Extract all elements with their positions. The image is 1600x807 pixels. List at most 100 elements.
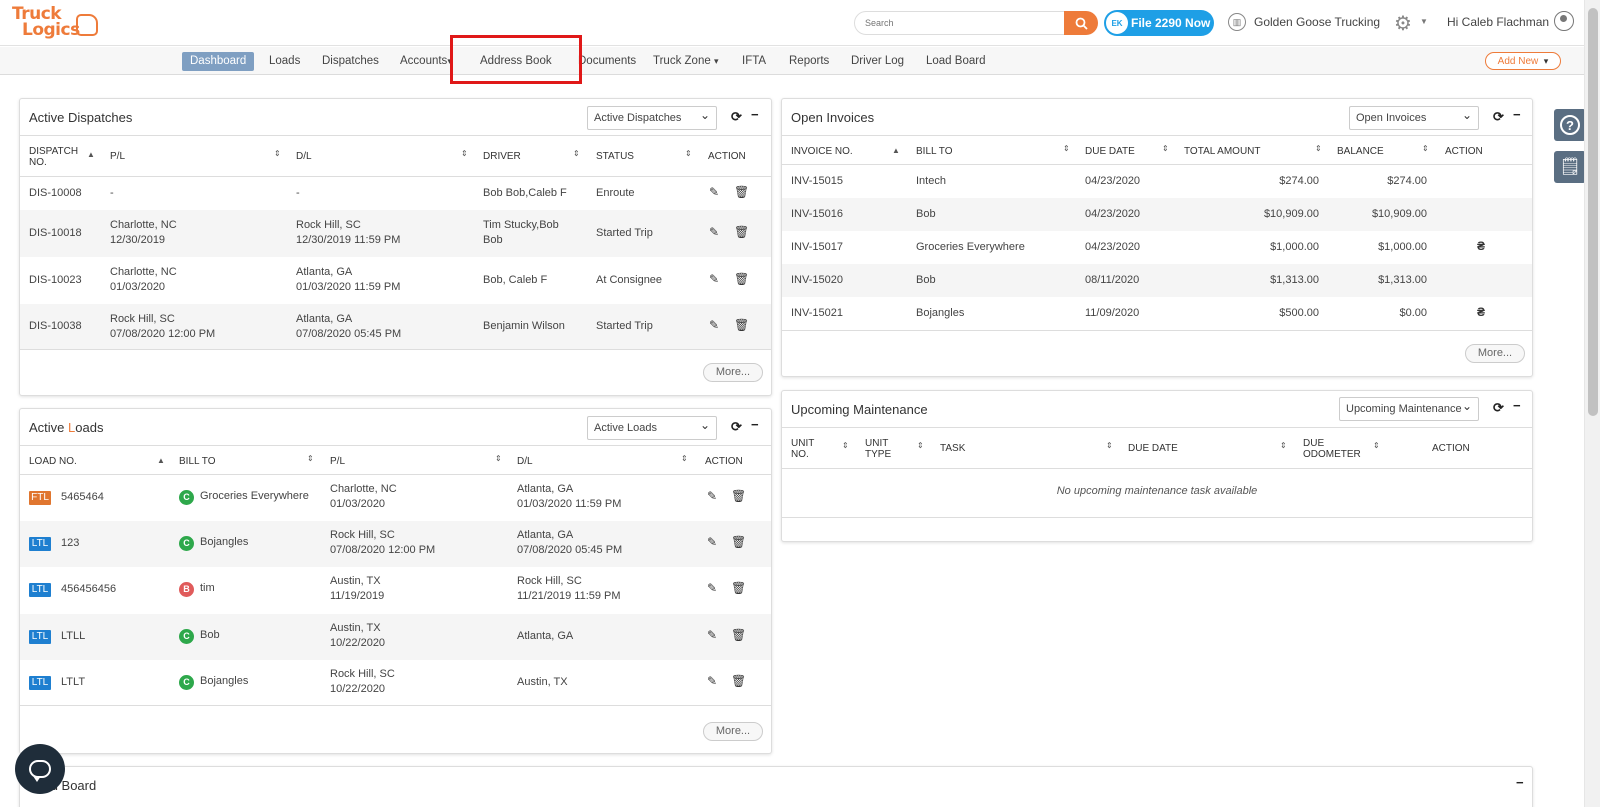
sort-up-icon[interactable]: ▲ xyxy=(87,150,95,159)
scrollbar-thumb[interactable] xyxy=(1588,8,1598,416)
nav-loads[interactable]: Loads xyxy=(269,52,300,71)
col-dispatch-no[interactable]: DISPATCH NO. xyxy=(29,146,78,168)
table-row[interactable]: LTL 456456456 B tim Austin, TX 11/19/2019… xyxy=(20,567,771,614)
trash-icon[interactable]: 🗑 xyxy=(734,272,749,286)
invoices-filter-select[interactable]: Open Invoices xyxy=(1349,104,1479,130)
refresh-icon[interactable]: ⟳ xyxy=(731,419,742,435)
user-greeting[interactable]: Hi Caleb Flachman xyxy=(1447,15,1549,29)
col-invoice-no[interactable]: INVOICE NO. xyxy=(791,146,853,157)
table-row[interactable]: INV-15020 Bob 08/11/2020 $1,313.00 $1,31… xyxy=(782,264,1532,297)
invoice-no[interactable]: INV-15020 xyxy=(791,273,843,288)
sort-icon[interactable]: ⇕ xyxy=(1422,144,1429,153)
col-bill-to[interactable]: BILL TO xyxy=(179,456,216,467)
collapse-icon[interactable]: − xyxy=(1513,107,1521,122)
chat-widget-button[interactable] xyxy=(15,744,65,794)
collapse-icon[interactable]: − xyxy=(1516,775,1524,790)
gear-icon[interactable]: ⚙ xyxy=(1394,11,1412,36)
nav-documents[interactable]: Documents xyxy=(578,52,636,71)
help-button[interactable]: ? xyxy=(1554,109,1586,141)
sort-icon[interactable]: ⇕ xyxy=(1373,441,1380,450)
more-button[interactable]: More... xyxy=(703,722,763,741)
col-dl[interactable]: D/L xyxy=(296,151,312,162)
payment-icon[interactable]: ₴ xyxy=(1477,239,1485,253)
dispatch-filter-select[interactable]: Active Dispatches xyxy=(587,104,717,130)
col-load-no[interactable]: LOAD NO. xyxy=(29,456,77,467)
dispatch-no[interactable]: DIS-10018 xyxy=(29,226,82,241)
sort-up-icon[interactable]: ▲ xyxy=(892,146,900,155)
col-bill-to[interactable]: BILL TO xyxy=(916,146,953,157)
add-new-button[interactable]: Add New ▾ xyxy=(1485,52,1561,70)
table-row[interactable]: DIS-10008 - - Bob Bob,Caleb F Enroute ✎ … xyxy=(20,177,771,210)
trash-icon[interactable]: 🗑 xyxy=(731,628,746,642)
dispatch-no[interactable]: DIS-10038 xyxy=(29,319,82,334)
col-due-date[interactable]: DUE DATE xyxy=(1085,146,1135,157)
nav-ifta[interactable]: IFTA xyxy=(742,52,766,71)
table-row[interactable]: FTL 5465464 C Groceries Everywhere Charl… xyxy=(20,475,771,521)
table-row[interactable]: DIS-10038 Rock Hill, SC 07/08/2020 12:00 … xyxy=(20,304,771,350)
edit-icon[interactable]: ✎ xyxy=(707,535,717,549)
edit-icon[interactable]: ✎ xyxy=(707,674,717,688)
table-row[interactable]: DIS-10023 Charlotte, NC 01/03/2020 Atlant… xyxy=(20,257,771,304)
edit-icon[interactable]: ✎ xyxy=(709,185,719,199)
maintenance-filter-select[interactable]: Upcoming Maintenance xyxy=(1339,395,1479,421)
more-button[interactable]: More... xyxy=(1465,344,1525,363)
invoice-no[interactable]: INV-15016 xyxy=(791,207,843,222)
user-avatar-icon[interactable] xyxy=(1554,11,1574,31)
file-2290-button[interactable]: EK File 2290 Now xyxy=(1104,10,1214,36)
payment-icon[interactable]: ₴ xyxy=(1477,305,1485,319)
nav-reports[interactable]: Reports xyxy=(789,52,829,71)
nav-dispatches[interactable]: Dispatches xyxy=(322,52,379,71)
sort-icon[interactable]: ⇕ xyxy=(274,149,281,158)
col-status[interactable]: STATUS xyxy=(596,151,634,162)
trash-icon[interactable]: 🗑 xyxy=(731,489,746,503)
page-scrollbar[interactable] xyxy=(1584,0,1600,807)
sort-icon[interactable]: ⇕ xyxy=(1280,441,1287,450)
refresh-icon[interactable]: ⟳ xyxy=(1493,109,1504,125)
sort-icon[interactable]: ⇕ xyxy=(495,454,502,463)
load-no[interactable]: 5465464 xyxy=(61,490,104,505)
edit-icon[interactable]: ✎ xyxy=(709,272,719,286)
invoice-no[interactable]: INV-15015 xyxy=(791,174,843,189)
sort-icon[interactable]: ⇕ xyxy=(1162,144,1169,153)
table-row[interactable]: INV-15021 Bojangles 11/09/2020 $500.00 $… xyxy=(782,297,1532,331)
col-unit-type[interactable]: UNIT TYPE xyxy=(865,438,891,460)
table-row[interactable]: LTL LTLT C Bojangles Rock Hill, SC 10/22/… xyxy=(20,660,771,706)
collapse-icon[interactable]: − xyxy=(751,107,759,122)
refresh-icon[interactable]: ⟳ xyxy=(731,109,742,125)
table-row[interactable]: INV-15015 Intech 04/23/2020 $274.00 $274… xyxy=(782,165,1532,198)
search-input[interactable] xyxy=(854,11,1066,35)
sort-icon[interactable]: ⇕ xyxy=(307,454,314,463)
load-no[interactable]: 123 xyxy=(61,536,79,551)
truck-logics-logo[interactable]: Truck Logics xyxy=(12,6,98,42)
collapse-icon[interactable]: − xyxy=(751,417,759,432)
invoice-no[interactable]: INV-15017 xyxy=(791,240,843,255)
col-due-odometer[interactable]: DUE ODOMETER xyxy=(1303,438,1361,460)
edit-icon[interactable]: ✎ xyxy=(707,489,717,503)
loads-filter-select[interactable]: Active Loads xyxy=(587,414,717,440)
invoice-no[interactable]: INV-15021 xyxy=(791,306,843,321)
trash-icon[interactable]: 🗑 xyxy=(731,581,746,595)
edit-icon[interactable]: ✎ xyxy=(707,628,717,642)
dispatch-no[interactable]: DIS-10023 xyxy=(29,273,82,288)
table-row[interactable]: LTL LTLL C Bob Austin, TX 10/22/2020 Atla… xyxy=(20,614,771,660)
dispatch-no[interactable]: DIS-10008 xyxy=(29,186,82,201)
edit-icon[interactable]: ✎ xyxy=(709,225,719,239)
notes-button[interactable]: 🗒 xyxy=(1554,151,1586,183)
col-total-amount[interactable]: TOTAL AMOUNT xyxy=(1184,146,1261,157)
trash-icon[interactable]: 🗑 xyxy=(731,674,746,688)
edit-icon[interactable]: ✎ xyxy=(707,581,717,595)
col-due-date[interactable]: DUE DATE xyxy=(1128,443,1178,454)
sort-icon[interactable]: ⇕ xyxy=(685,149,692,158)
col-driver[interactable]: DRIVER xyxy=(483,151,521,162)
load-no[interactable]: LTLT xyxy=(61,675,85,690)
sort-icon[interactable]: ⇕ xyxy=(917,441,924,450)
sort-icon[interactable]: ⇕ xyxy=(1106,441,1113,450)
load-no[interactable]: LTLL xyxy=(61,629,85,644)
col-task[interactable]: TASK xyxy=(940,443,965,454)
company-selector[interactable]: ▥ Golden Goose Trucking xyxy=(1228,13,1380,31)
table-row[interactable]: INV-15017 Groceries Everywhere 04/23/202… xyxy=(782,231,1532,264)
trash-icon[interactable]: 🗑 xyxy=(734,185,749,199)
table-row[interactable]: LTL 123 C Bojangles Rock Hill, SC 07/08/2… xyxy=(20,521,771,567)
sort-up-icon[interactable]: ▲ xyxy=(157,456,165,465)
sort-icon[interactable]: ⇕ xyxy=(573,149,580,158)
